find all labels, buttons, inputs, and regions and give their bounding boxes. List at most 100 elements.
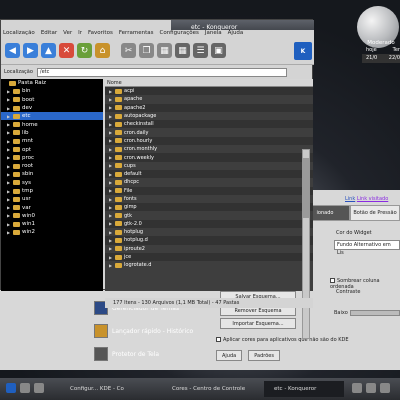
tree-item[interactable]: ▶ win0: [1, 212, 103, 220]
tree-item[interactable]: ▶ var: [1, 203, 103, 211]
up-icon[interactable]: ▲: [41, 43, 56, 58]
tree-item[interactable]: ▶ home: [1, 120, 103, 128]
file-row[interactable]: ▶ checkinstall: [105, 120, 313, 129]
home-icon[interactable]: ⌂: [95, 43, 110, 58]
tree-item[interactable]: ▶ dev: [1, 104, 103, 112]
menu-bookmarks[interactable]: Favoritos: [88, 30, 113, 39]
task-konqueror[interactable]: etc - Konqueror: [264, 381, 344, 397]
folder-icon: [115, 204, 122, 210]
tree-item[interactable]: ▶ sys: [1, 179, 103, 187]
file-row[interactable]: ▶ hotplug: [105, 228, 313, 236]
file-row[interactable]: ▶ acpi: [105, 87, 313, 96]
tree-item[interactable]: ▶ win2: [1, 228, 103, 236]
widget-preview-tabs: ionado Botão de Pressão: [300, 205, 400, 221]
reload-icon[interactable]: ↻: [77, 43, 92, 58]
file-row[interactable]: ▶ autopackage: [105, 112, 313, 120]
file-row[interactable]: ▶ logrotate.d: [105, 261, 313, 269]
file-row[interactable]: ▶ gtk-2.0: [105, 219, 313, 229]
tree-item[interactable]: ▶ bin: [1, 87, 103, 95]
menu-edit[interactable]: Editar: [41, 30, 57, 39]
menu-go[interactable]: Ir: [78, 30, 82, 39]
checkbox-icon[interactable]: [216, 337, 221, 342]
tree-item[interactable]: ▶ mnt: [1, 137, 103, 145]
weather-applet[interactable]: Moderado hoje Ter 21/0 22/0: [362, 40, 400, 63]
folder-icon: [115, 163, 122, 169]
stop-icon[interactable]: ✕: [59, 43, 74, 58]
file-row[interactable]: ▶ hotplug.d: [105, 236, 313, 245]
file-name: acpi: [124, 88, 135, 95]
folder-icon: [115, 138, 122, 144]
file-row[interactable]: ▶ iproute2: [105, 245, 313, 253]
widget-color-select[interactable]: Fundo Alternativo em Lis: [334, 240, 400, 256]
import-scheme-button[interactable]: Importar Esquema...: [220, 318, 296, 329]
file-row[interactable]: ▶ default: [105, 169, 313, 179]
paste-icon[interactable]: ▦: [157, 43, 172, 58]
folder-icon: [115, 113, 122, 119]
menu-help[interactable]: Ajuda: [228, 30, 244, 39]
folder-icon: [13, 130, 20, 136]
menu-tools[interactable]: Ferramentas: [119, 30, 154, 39]
folder-icon: [115, 105, 122, 111]
taskbar: Configur... KDE - Co Cores - Centro de C…: [0, 378, 400, 400]
tree-root[interactable]: Pasta Raiz: [1, 79, 103, 87]
browser-icon[interactable]: [34, 383, 44, 393]
menu-settings[interactable]: Configurações: [159, 30, 198, 39]
cut-icon[interactable]: ✂: [121, 43, 136, 58]
column-header-name[interactable]: Nome: [105, 79, 313, 87]
folder-icon: [115, 171, 122, 177]
help-button[interactable]: Ajuda: [216, 350, 243, 361]
tree-item-label: proc: [22, 154, 35, 161]
clock-icon[interactable]: [380, 383, 390, 393]
file-row[interactable]: ▶ gimp: [105, 203, 313, 212]
tree-item[interactable]: ▶ opt: [1, 145, 103, 153]
tree-item-label: mnt: [22, 138, 33, 145]
tree-item[interactable]: ▶ etc: [1, 112, 103, 121]
tree-item[interactable]: ▶ win1: [1, 220, 103, 228]
file-row[interactable]: ▶ File: [105, 186, 313, 195]
file-row[interactable]: ▶ cups: [105, 162, 313, 170]
apply-colors-checkbox[interactable]: Aplicar cores para aplicativos que não s…: [216, 337, 349, 343]
back-icon[interactable]: ◀: [5, 43, 20, 58]
weather-tab-today[interactable]: hoje: [366, 47, 377, 53]
tree-item[interactable]: ▶ sbin: [1, 170, 103, 178]
tree-item[interactable]: ▶ root: [1, 162, 103, 170]
contrast-slider[interactable]: [350, 310, 400, 316]
volume-icon[interactable]: [352, 383, 362, 393]
konsole-icon[interactable]: [20, 383, 30, 393]
scrollbar-thumb[interactable]: [303, 158, 309, 218]
file-row[interactable]: ▶ cron.daily: [105, 128, 313, 136]
tree-item[interactable]: ▶ usr: [1, 195, 103, 203]
menu-location[interactable]: Localização: [3, 30, 35, 39]
forward-icon[interactable]: ▶: [23, 43, 38, 58]
file-row[interactable]: ▶ gtk: [105, 211, 313, 219]
file-row[interactable]: ▶ apache: [105, 95, 313, 103]
network-icon[interactable]: [366, 383, 376, 393]
kmenu-icon[interactable]: [6, 383, 16, 393]
checkbox-icon[interactable]: [330, 278, 335, 283]
menu-window[interactable]: Janela: [205, 30, 222, 39]
file-row[interactable]: ▶ cron.monthly: [105, 145, 313, 153]
file-row[interactable]: ▶ apache2: [105, 103, 313, 112]
file-row[interactable]: ▶ jce: [105, 252, 313, 262]
tree-item[interactable]: ▶ tmp: [1, 187, 103, 195]
icon-view-icon[interactable]: ▦: [175, 43, 190, 58]
preview-icon[interactable]: ▣: [211, 43, 226, 58]
module-quick-launcher[interactable]: Lançador rápido - Histórico: [94, 321, 193, 341]
location-input[interactable]: /etc: [36, 67, 287, 77]
detail-view-icon[interactable]: ☰: [193, 43, 208, 58]
tree-item[interactable]: ▶ boot: [1, 96, 103, 104]
file-row[interactable]: ▶ cron.weekly: [105, 153, 313, 162]
module-screensaver[interactable]: Protetor de Tela: [94, 344, 159, 364]
menu-view[interactable]: Ver: [63, 30, 72, 39]
task-kde-config[interactable]: Configur... KDE - Co: [60, 381, 160, 397]
weather-tab-tue[interactable]: Ter: [393, 47, 400, 53]
copy-icon[interactable]: ❐: [139, 43, 154, 58]
file-row[interactable]: ▶ dhcpc: [105, 178, 313, 186]
file-row[interactable]: ▶ cron.hourly: [105, 136, 313, 146]
tree-item[interactable]: ▶ lib: [1, 129, 103, 137]
file-row[interactable]: ▶ fonts: [105, 195, 313, 203]
tree-item[interactable]: ▶ proc: [1, 154, 103, 162]
task-colors[interactable]: Cores - Centro de Controle: [162, 381, 262, 397]
vertical-scrollbar[interactable]: [302, 149, 310, 339]
defaults-button[interactable]: Padrões: [248, 350, 280, 361]
